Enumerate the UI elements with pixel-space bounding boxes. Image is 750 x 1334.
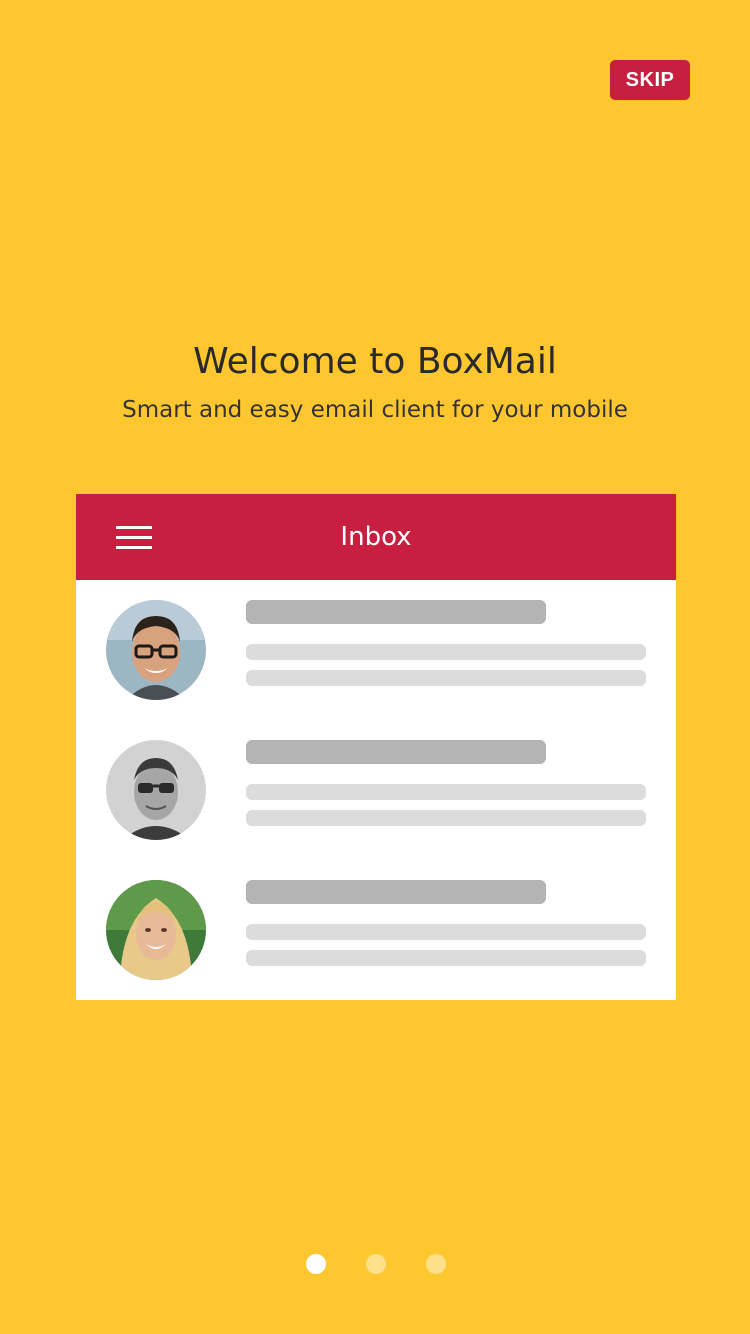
preview-placeholder	[246, 670, 646, 686]
avatar	[106, 740, 206, 840]
skip-button[interactable]: SKIP	[610, 60, 690, 100]
mail-list-item[interactable]	[76, 880, 676, 980]
preview-placeholder	[246, 810, 646, 826]
mail-list-item[interactable]	[76, 600, 676, 700]
avatar	[106, 880, 206, 980]
page-dot-1[interactable]	[306, 1254, 326, 1274]
preview-placeholder	[246, 784, 646, 800]
preview-placeholder	[246, 924, 646, 940]
preview-placeholder	[246, 950, 646, 966]
preview-placeholder	[246, 644, 646, 660]
inbox-preview-card: Inbox	[76, 494, 676, 1000]
page-indicator	[306, 1254, 446, 1274]
welcome-title: Welcome to BoxMail	[193, 341, 557, 382]
page-dot-2[interactable]	[366, 1254, 386, 1274]
welcome-subtitle: Smart and easy email client for your mob…	[122, 397, 628, 423]
subject-placeholder	[246, 880, 546, 904]
inbox-header: Inbox	[76, 494, 676, 580]
avatar	[106, 600, 206, 700]
subject-placeholder	[246, 600, 546, 624]
inbox-title: Inbox	[340, 522, 412, 552]
mail-list-item[interactable]	[76, 740, 676, 840]
page-dot-3[interactable]	[426, 1254, 446, 1274]
subject-placeholder	[246, 740, 546, 764]
